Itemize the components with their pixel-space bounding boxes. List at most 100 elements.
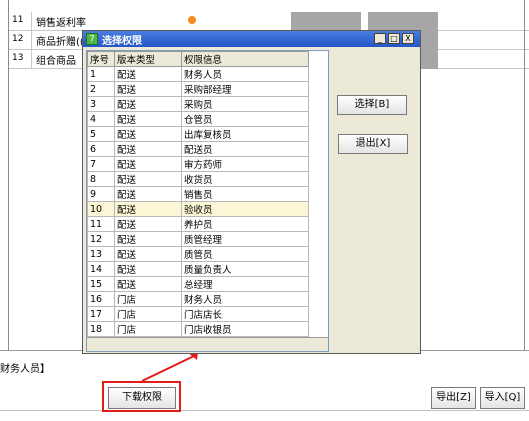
header-row: 序号 版本类型 权限信息 (87, 51, 309, 67)
permission-info-cell: 采购员 (181, 96, 309, 112)
permission-info-cell: 配送员 (181, 141, 309, 157)
version-type-cell: 配送 (114, 96, 182, 112)
permission-table: 序号 版本类型 权限信息 1 配送 财务人员 2 配送 采购部经理 3 配送 采购员 4 配送 仓管员… (87, 51, 309, 351)
column-header[interactable]: 序号 (87, 51, 115, 67)
dialog-titlebar[interactable]: 7 选择权限 _ □ X (83, 31, 420, 47)
table-row[interactable]: 8 配送 收货员 (87, 171, 309, 187)
row-number-cell: 15 (87, 276, 115, 292)
row-number-cell: 14 (87, 261, 115, 277)
highlight-box (102, 381, 181, 412)
row-number-cell: 13 (87, 246, 115, 262)
permission-info-cell: 审方药师 (181, 156, 309, 172)
permission-grid[interactable]: 序号 版本类型 权限信息 1 配送 财务人员 2 配送 采购部经理 3 配送 采购员 4 配送 仓管员… (86, 50, 329, 352)
exit-button[interactable]: 退出[X] (338, 134, 408, 154)
row-number-cell: 8 (87, 171, 115, 187)
permission-info-cell: 财务人员 (181, 291, 309, 307)
row-number-cell: 9 (87, 186, 115, 202)
app-icon: 7 (86, 33, 98, 45)
row-name: 商品折赠(( (36, 37, 84, 48)
import-button[interactable]: 导入[Q] (480, 387, 525, 409)
table-row[interactable]: 5 配送 出库复核员 (87, 126, 309, 142)
table-row[interactable]: 17 门店 门店店长 (87, 306, 309, 322)
table-row[interactable]: 7 配送 审方药师 (87, 156, 309, 172)
version-type-cell: 门店 (114, 291, 182, 307)
version-type-cell: 配送 (114, 141, 182, 157)
row-number-cell: 16 (87, 291, 115, 307)
version-type-cell: 配送 (114, 261, 182, 277)
permission-info-cell: 质管员 (181, 246, 309, 262)
table-row[interactable]: 2 配送 采购部经理 (87, 81, 309, 97)
grid-footer (87, 337, 328, 351)
row-number-cell: 18 (87, 321, 115, 337)
table-row[interactable]: 15 配送 总经理 (87, 276, 309, 292)
permission-info-cell: 质量负责人 (181, 261, 309, 277)
version-type-cell: 配送 (114, 231, 182, 247)
row-number-cell: 10 (87, 201, 115, 217)
version-type-cell: 配送 (114, 171, 182, 187)
permission-info-cell: 验收员 (181, 201, 309, 217)
table-row[interactable]: 10 配送 验收员 (87, 201, 309, 217)
maximize-icon[interactable]: □ (388, 33, 400, 44)
version-type-cell: 配送 (114, 246, 182, 262)
grid-border (8, 0, 9, 350)
version-type-cell: 配送 (114, 186, 182, 202)
row-number-cell: 12 (87, 231, 115, 247)
row-number-cell: 6 (87, 141, 115, 157)
row-number: 13 (8, 50, 32, 69)
permission-info-cell: 门店店长 (181, 306, 309, 322)
table-body: 1 配送 财务人员 2 配送 采购部经理 3 配送 采购员 4 配送 仓管员 5 配送 出库复核员 6 配送 配送… (87, 66, 309, 351)
grey-cell (291, 12, 361, 31)
permission-info-cell: 财务人员 (181, 66, 309, 82)
table-row[interactable]: 13 配送 质管员 (87, 246, 309, 262)
row-name: 组合商品 (36, 56, 76, 67)
row-number-cell: 7 (87, 156, 115, 172)
export-button[interactable]: 导出[Z] (431, 387, 476, 409)
permission-info-cell: 出库复核员 (181, 126, 309, 142)
permission-info-cell: 养护员 (181, 216, 309, 232)
version-type-cell: 门店 (114, 321, 182, 337)
version-type-cell: 配送 (114, 201, 182, 217)
table-row[interactable]: 1 配送 财务人员 (87, 66, 309, 82)
version-type-cell: 配送 (114, 156, 182, 172)
select-button[interactable]: 选择[B] (337, 95, 407, 115)
column-header[interactable]: 版本类型 (114, 51, 182, 67)
status-text: 财务人员】 (0, 364, 50, 375)
permission-info-cell: 收货员 (181, 171, 309, 187)
version-type-cell: 配送 (114, 276, 182, 292)
dialog-title: 选择权限 (102, 36, 142, 47)
background-row: 11 销售返利率 (8, 12, 529, 31)
table-row[interactable]: 4 配送 仓管员 (87, 111, 309, 127)
column-header[interactable]: 权限信息 (181, 51, 309, 67)
row-number: 11 (8, 12, 32, 31)
grey-cell (368, 12, 438, 31)
row-number-cell: 3 (87, 96, 115, 112)
table-row[interactable]: 18 门店 门店收银员 (87, 321, 309, 337)
row-name: 销售返利率 (36, 18, 86, 29)
table-row[interactable]: 16 门店 财务人员 (87, 291, 309, 307)
version-type-cell: 配送 (114, 66, 182, 82)
status-dot (188, 16, 196, 24)
row-number: 12 (8, 31, 32, 50)
permission-info-cell: 门店收银员 (181, 321, 309, 337)
permission-info-cell: 仓管员 (181, 111, 309, 127)
table-row[interactable]: 11 配送 养护员 (87, 216, 309, 232)
permission-info-cell: 销售员 (181, 186, 309, 202)
close-icon[interactable]: X (402, 33, 414, 44)
version-type-cell: 配送 (114, 216, 182, 232)
table-row[interactable]: 6 配送 配送员 (87, 141, 309, 157)
minimize-icon[interactable]: _ (374, 33, 386, 44)
row-number-cell: 5 (87, 126, 115, 142)
table-row[interactable]: 12 配送 质管经理 (87, 231, 309, 247)
row-number-cell: 11 (87, 216, 115, 232)
table-row[interactable]: 3 配送 采购员 (87, 96, 309, 112)
select-permission-dialog: 7 选择权限 _ □ X 序号 版本类型 权限信息 1 配送 财务人员 2 配送 采购部经… (82, 30, 421, 354)
table-row[interactable]: 14 配送 质量负责人 (87, 261, 309, 277)
version-type-cell: 配送 (114, 81, 182, 97)
row-number-cell: 2 (87, 81, 115, 97)
grid-border (524, 0, 525, 350)
table-row[interactable]: 9 配送 销售员 (87, 186, 309, 202)
version-type-cell: 配送 (114, 126, 182, 142)
bottom-panel: 财务人员】 (0, 350, 529, 421)
permission-info-cell: 质管经理 (181, 231, 309, 247)
row-number-cell: 4 (87, 111, 115, 127)
